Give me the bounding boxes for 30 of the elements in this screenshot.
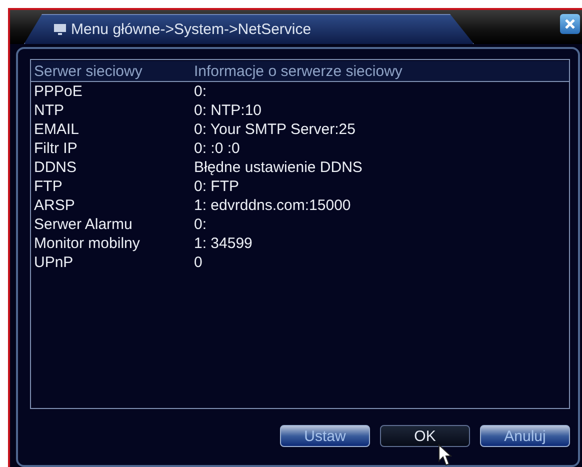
table-cell-text: 0: :0 :0 (193, 140, 241, 157)
table-cell-text: Filtr IP (33, 140, 78, 157)
table-cell-text: 0 (193, 254, 204, 271)
table-cell-text: NTP (33, 102, 65, 119)
dialog-button[interactable]: Ustaw (280, 425, 370, 447)
table-cell-text: 0: FTP (193, 178, 240, 195)
table-cell-text: 0: (193, 216, 208, 233)
table-cell-text: FTP (33, 178, 64, 195)
table-cell-text: 0: (193, 83, 208, 100)
table-cell-text: Błędne ustawienie DDNS (193, 159, 364, 176)
table-cell-text: 1: 34599 (193, 235, 254, 252)
table-cell-text: Monitor mobilny (33, 235, 141, 252)
window-title-text: Menu główne->System->NetService (71, 21, 312, 38)
column-header: Serwer sieciowy (33, 62, 144, 80)
table-cell-text: 1: edvrddns.com:15000 (193, 197, 352, 214)
monitor-icon (53, 23, 67, 36)
table-cell-text: 0: Your SMTP Server:25 (193, 121, 356, 138)
dialog-button[interactable]: OK (380, 425, 470, 447)
table-cell-text: DDNS (33, 159, 78, 176)
table-cell-text: PPPoE (33, 83, 84, 100)
table-cell-text: EMAIL (33, 121, 80, 138)
table-cell-text: 0: NTP:10 (193, 102, 263, 119)
table-cell-text: ARSP (33, 197, 76, 214)
close-icon (564, 18, 576, 30)
close-button[interactable] (560, 14, 580, 34)
column-header: Informacje o serwerze sieciowy (193, 62, 404, 80)
table-cell-text: Serwer Alarmu (33, 216, 134, 233)
table-cell-text: UPnP (33, 254, 74, 271)
mouse-cursor-icon (438, 444, 452, 466)
dialog-button[interactable]: Anuluj (480, 425, 570, 447)
